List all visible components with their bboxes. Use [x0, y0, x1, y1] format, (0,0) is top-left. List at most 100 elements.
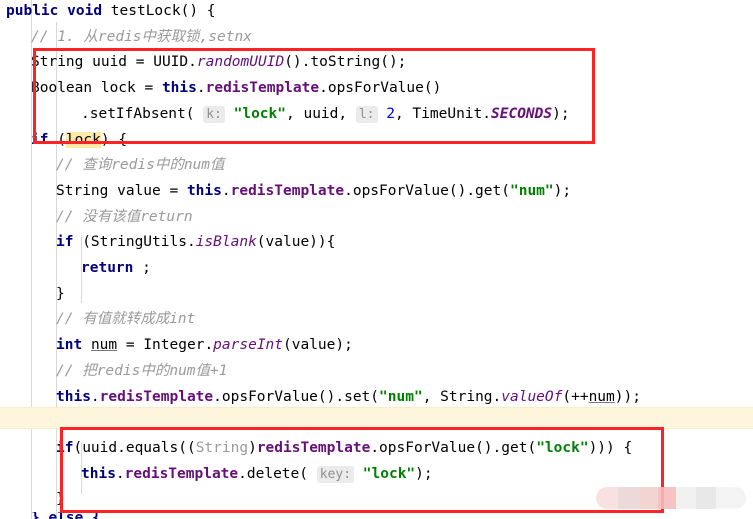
code-token-plain: );: [553, 182, 572, 199]
code-line[interactable]: // 有值就转成成int: [0, 306, 753, 332]
code-token-plain: .opsForValue().get(: [344, 182, 510, 199]
code-token-kw: return: [81, 260, 134, 276]
code-line-content: this.redisTemplate.delete( key: "lock");: [0, 461, 433, 488]
code-token-stat: randomUUID: [196, 54, 285, 71]
code-token-kw: this: [161, 80, 197, 97]
code-line[interactable]: [0, 409, 753, 435]
code-token-kw: void: [67, 3, 103, 19]
code-token-plain: ;: [133, 260, 151, 276]
code-line[interactable]: int num = Integer.parseInt(value);: [0, 332, 753, 358]
code-line[interactable]: this.redisTemplate.opsForValue().set("nu…: [0, 384, 753, 410]
code-token-plain: ))) {: [588, 439, 633, 456]
code-line[interactable]: Boolean lock = this.redisTemplate.opsFor…: [0, 75, 753, 101]
code-token-str: "num": [509, 182, 554, 199]
code-token-gray: String: [195, 439, 249, 456]
code-editor-viewport[interactable]: public void testLock() {// 1. 从redis中获取锁…: [0, 0, 753, 519]
code-token-plain: .: [90, 388, 100, 405]
code-token-plain: , String.: [422, 388, 502, 405]
code-token-plain: (value)){: [256, 234, 336, 251]
code-token-stat: isBlank: [195, 234, 257, 251]
code-token-plain: .opsForValue().get(: [370, 439, 537, 456]
code-token-plain: .delete(: [238, 465, 317, 482]
code-line-content: // 1. 从redis中获取锁,setnx: [0, 24, 252, 50]
code-token-plain: .opsForValue().set(: [213, 388, 380, 405]
code-token-cmt: // 查询redis中的num值: [56, 157, 225, 174]
code-token-kw: this: [81, 465, 116, 482]
code-line[interactable]: // 查询redis中的num值: [0, 152, 753, 178]
code-line[interactable]: if (StringUtils.isBlank(value)){: [0, 229, 753, 255]
code-token-kw: if: [31, 131, 49, 148]
code-token-cmt: // 没有该值return: [56, 208, 193, 225]
code-line[interactable]: public void testLock() {: [0, 0, 753, 24]
code-token-plain: (StringUtils.: [73, 234, 196, 251]
code-line[interactable]: // 没有该值return: [0, 204, 753, 230]
code-token-cls: redisTemplate: [256, 439, 371, 456]
code-line[interactable]: // 把redis中的num值+1: [0, 358, 753, 384]
code-line-content: // 查询redis中的num值: [0, 152, 225, 178]
code-line[interactable]: return ;: [0, 255, 753, 281]
code-token-plain: }: [56, 285, 65, 302]
code-token-plain: , TimeUnit.: [394, 105, 491, 122]
code-line-content: // 有值就转成成int: [0, 306, 195, 332]
code-line[interactable]: }: [0, 281, 753, 307]
code-token-stat: valueOf: [501, 388, 563, 405]
code-line[interactable]: } else {: [0, 512, 753, 519]
code-token-plain: .setIfAbsent(: [81, 105, 204, 122]
code-line-content: }: [0, 486, 65, 512]
code-token-plain: String uuid = UUID.: [31, 54, 197, 71]
code-line[interactable]: if(uuid.equals((String)redisTemplate.ops…: [0, 435, 753, 461]
code-line-content: if (StringUtils.isBlank(value)){: [0, 229, 335, 255]
blurred-watermark: [596, 487, 746, 509]
code-line[interactable]: if (lock) {: [0, 127, 753, 153]
code-token-plain: .: [115, 465, 125, 482]
code-token-plain: ().toString();: [284, 54, 407, 71]
code-token-plain: testLock() {: [102, 3, 216, 19]
code-line[interactable]: String value = this.redisTemplate.opsFor…: [0, 178, 753, 204]
code-token-plain: ));: [614, 388, 641, 405]
code-line[interactable]: this.redisTemplate.delete( key: "lock");: [0, 461, 753, 487]
code-token-kw: this: [56, 388, 91, 405]
code-token-shl: lock: [65, 131, 101, 148]
code-token-plain: ) {: [100, 131, 128, 148]
code-token-cls: redisTemplate: [124, 465, 239, 482]
code-token-plain: }: [56, 491, 65, 508]
code-line-content: String uuid = UUID.randomUUID().toString…: [0, 49, 406, 75]
code-token-plain: .: [221, 182, 231, 199]
code-token-kw: if: [56, 439, 74, 456]
code-token-hint: k:: [203, 105, 225, 123]
code-line-content: // 把redis中的num值+1: [0, 358, 228, 384]
code-token-str: "lock": [362, 465, 416, 482]
code-line-content: }: [0, 281, 65, 307]
code-token-plain: .: [196, 80, 206, 97]
code-token-kw: } else {: [31, 512, 101, 519]
code-token-undl: num: [588, 388, 615, 405]
code-token-kw: int: [56, 337, 83, 354]
code-line[interactable]: // 1. 从redis中获取锁,setnx: [0, 24, 753, 50]
code-token-plain: Boolean lock =: [31, 80, 162, 97]
code-token-plain: ): [248, 439, 257, 456]
code-token-plain: (value);: [283, 337, 353, 354]
code-token-cls: redisTemplate: [99, 388, 214, 405]
code-line-content: public void testLock() {: [0, 0, 216, 24]
code-line[interactable]: String uuid = UUID.randomUUID().toString…: [0, 49, 753, 75]
code-line-content: // 没有该值return: [0, 204, 193, 230]
code-token-undl: num: [90, 337, 118, 354]
code-token-kw: public: [6, 3, 59, 19]
code-token-plain: (: [48, 131, 66, 148]
code-token-str: "lock": [233, 105, 286, 122]
code-line[interactable]: .setIfAbsent( k: "lock", uuid, l: 2, Tim…: [0, 101, 753, 127]
code-token-cmt: // 有值就转成成int: [56, 311, 196, 328]
code-line-content: return ;: [0, 255, 151, 281]
code-token-cls: redisTemplate: [205, 80, 320, 97]
code-line-content: Boolean lock = this.redisTemplate.opsFor…: [0, 75, 441, 101]
code-token-stat: parseInt: [213, 337, 284, 354]
code-token-plain: (++: [562, 388, 589, 405]
code-token-plain: .opsForValue(): [319, 80, 442, 97]
code-line-content: .setIfAbsent( k: "lock", uuid, l: 2, Tim…: [0, 101, 570, 128]
code-token-plain: );: [415, 465, 433, 482]
code-token-plain: );: [552, 105, 570, 122]
code-line-content: } else {: [0, 512, 101, 519]
